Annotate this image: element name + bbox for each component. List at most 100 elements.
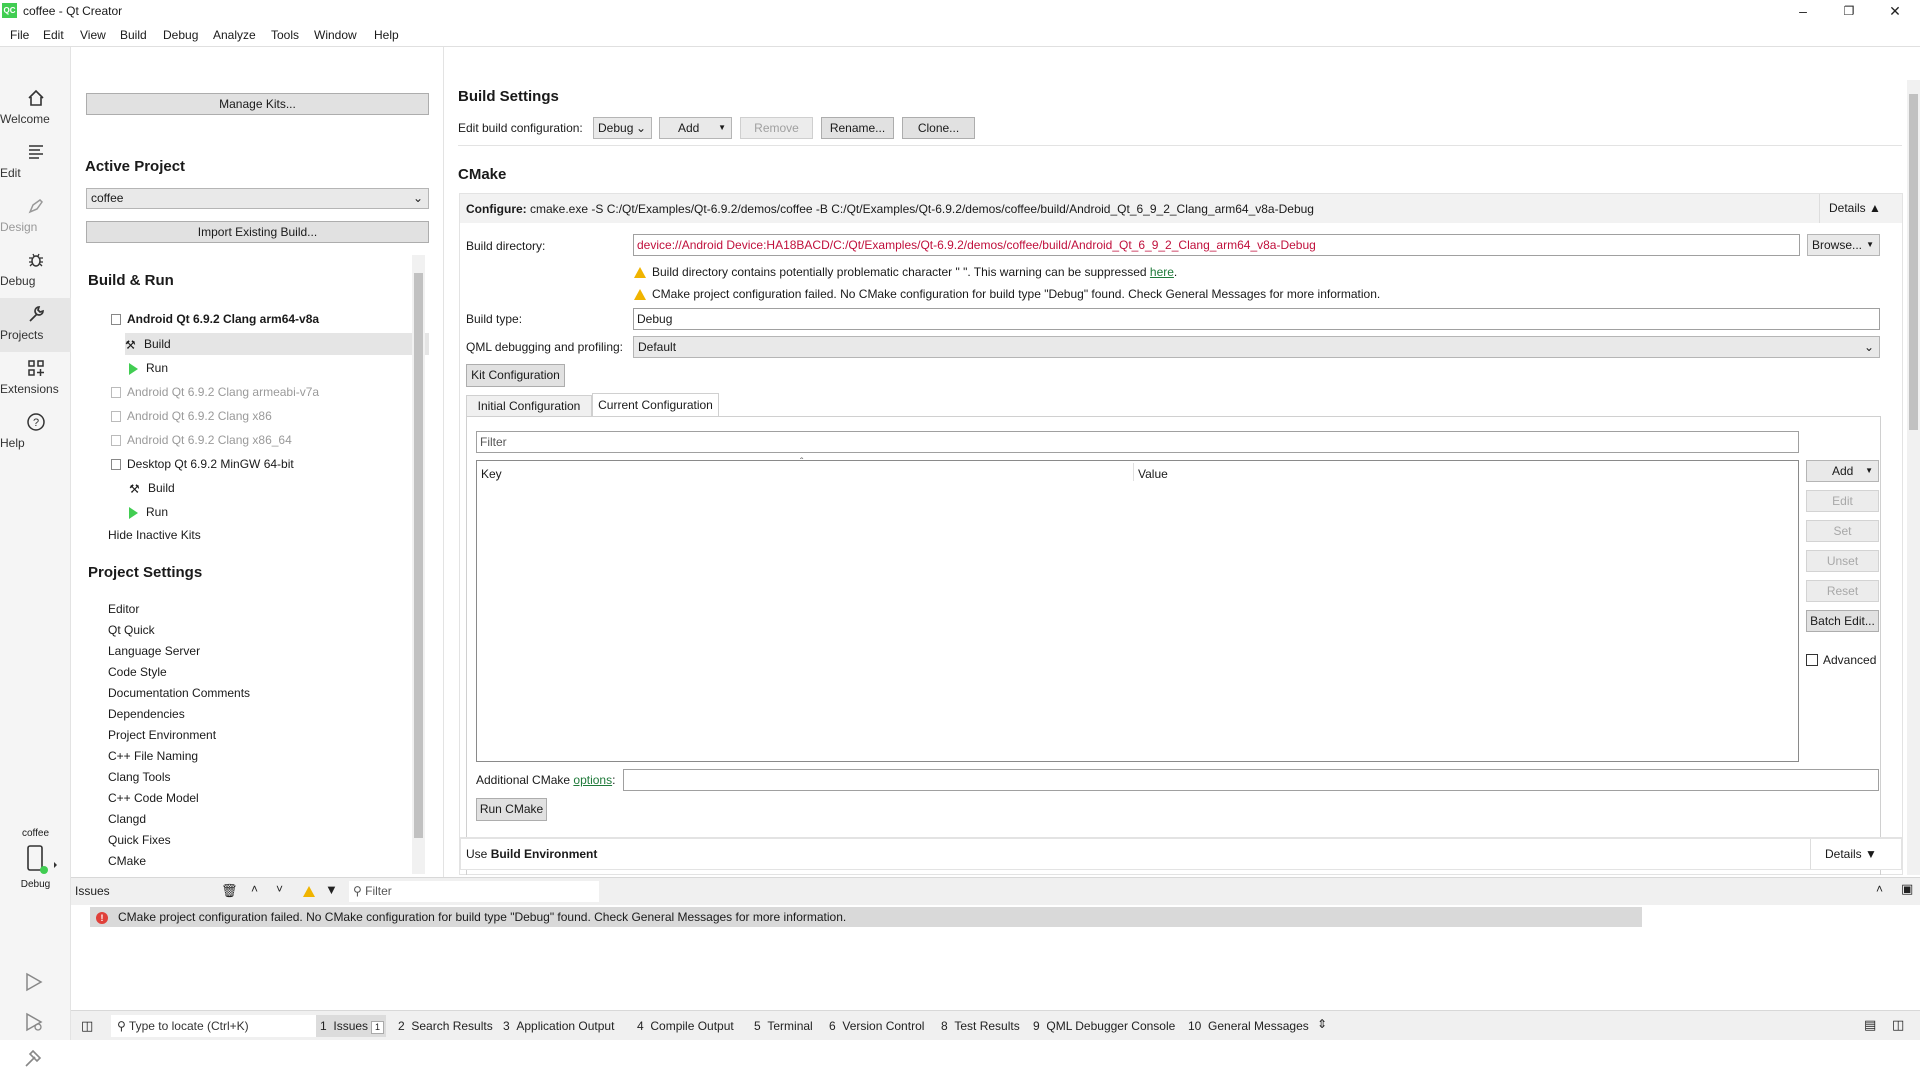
kit-android-arm64[interactable]: Android Qt 6.9.2 Clang arm64-v8a — [111, 312, 319, 326]
settings-item-clang-tools[interactable]: Clang Tools — [108, 770, 170, 784]
menu-view[interactable]: View — [80, 28, 106, 42]
pane-tab-issues[interactable]: 1 Issues 1 — [320, 1019, 385, 1034]
pane-tab-compile-output[interactable]: 4 Compile Output — [637, 1019, 734, 1033]
scrollbar-thumb[interactable] — [1909, 94, 1918, 430]
batch-edit-button[interactable]: Batch Edit... — [1806, 610, 1879, 632]
menu-build[interactable]: Build — [120, 28, 147, 42]
mode-extensions[interactable]: Extensions — [0, 352, 71, 406]
kit-configuration-button[interactable]: Kit Configuration — [466, 364, 565, 387]
pane-tab-application-output[interactable]: 3 Application Output — [503, 1019, 614, 1033]
edit-entry-button[interactable]: Edit — [1806, 490, 1879, 512]
issue-row[interactable]: ! CMake project configuration failed. No … — [90, 907, 1642, 927]
import-existing-build-button[interactable]: Import Existing Build... — [86, 221, 429, 243]
mode-design[interactable]: Design — [0, 190, 71, 244]
details-toggle[interactable]: Details ▲ — [1819, 194, 1886, 223]
column-header-value[interactable]: Value — [1138, 467, 1168, 481]
add-config-button[interactable]: Add ▼ — [659, 117, 732, 139]
maximize-pane-icon[interactable]: ▣ — [1901, 881, 1913, 897]
run-icon[interactable] — [22, 971, 46, 996]
add-entry-button[interactable]: Add ▼ — [1806, 460, 1879, 482]
settings-item-language-server[interactable]: Language Server — [108, 644, 200, 658]
menu-tools[interactable]: Tools — [271, 28, 299, 42]
chevron-up-icon[interactable]: ˄ — [251, 882, 258, 896]
reset-entry-button[interactable]: Reset — [1806, 580, 1879, 602]
more-panes-icon[interactable]: ⇕ — [1317, 1017, 1327, 1031]
column-header-key[interactable]: Key — [481, 467, 502, 481]
remove-config-button[interactable]: Remove — [740, 117, 813, 139]
build-directory-input[interactable]: device://Android Device:HA18BACD/C:/Qt/E… — [633, 234, 1800, 256]
pane-tab-general-messages[interactable]: 10 General Messages — [1188, 1019, 1309, 1033]
progress-details-icon[interactable]: ▤ — [1864, 1017, 1876, 1033]
menu-edit[interactable]: Edit — [43, 28, 64, 42]
toggle-right-sidebar-icon[interactable]: ◫ — [1892, 1017, 1904, 1033]
close-icon[interactable]: ✕ — [1872, 0, 1918, 22]
advanced-checkbox[interactable]: Advanced — [1806, 652, 1876, 667]
chevron-down-icon[interactable]: ˅ — [276, 882, 283, 896]
clone-config-button[interactable]: Clone... — [902, 117, 975, 139]
settings-item-quick-fixes[interactable]: Quick Fixes — [108, 833, 171, 847]
menu-help[interactable]: Help — [374, 28, 399, 42]
kit-android-x86[interactable]: Android Qt 6.9.2 Clang x86 — [111, 409, 272, 423]
restore-icon[interactable]: ❐ — [1826, 0, 1872, 22]
manage-kits-button[interactable]: Manage Kits... — [86, 93, 429, 115]
kit-child-run[interactable]: Run — [129, 505, 168, 519]
pane-tab-qml-debugger-console[interactable]: 9 QML Debugger Console — [1033, 1019, 1175, 1033]
minimize-icon[interactable]: – — [1780, 0, 1826, 22]
menu-analyze[interactable]: Analyze — [213, 28, 256, 42]
settings-item-project-environment[interactable]: Project Environment — [108, 728, 216, 742]
settings-item-cpp-code-model[interactable]: C++ Code Model — [108, 791, 199, 805]
run-cmake-button[interactable]: Run CMake — [476, 798, 547, 821]
scrollbar-thumb[interactable] — [414, 273, 423, 838]
build-type-input[interactable]: Debug — [633, 308, 1880, 330]
settings-item-clangd[interactable]: Clangd — [108, 812, 146, 826]
kit-child-build-selected[interactable]: ⚒ Build — [125, 333, 429, 355]
mode-help[interactable]: ? Help — [0, 406, 71, 460]
menu-window[interactable]: Window — [314, 28, 357, 42]
browse-button[interactable]: Browse... ▼ — [1807, 234, 1880, 256]
tab-current-configuration[interactable]: Current Configuration — [592, 393, 719, 417]
pane-tab-terminal[interactable]: 5 Terminal — [754, 1019, 813, 1033]
kit-desktop-mingw[interactable]: Desktop Qt 6.9.2 MinGW 64-bit — [111, 457, 294, 471]
mode-edit[interactable]: Edit — [0, 136, 71, 190]
cmake-config-table[interactable]: Key ˆ Value — [476, 457, 1799, 762]
settings-item-editor[interactable]: Editor — [108, 602, 139, 616]
clear-icon[interactable]: 🗑 — [221, 883, 238, 899]
collapse-pane-icon[interactable]: ˄ — [1876, 882, 1883, 896]
settings-item-cpp-file-naming[interactable]: C++ File Naming — [108, 749, 198, 763]
rename-config-button[interactable]: Rename... — [821, 117, 894, 139]
settings-item-dependencies[interactable]: Dependencies — [108, 707, 185, 721]
pane-tab-search-results[interactable]: 2 Search Results — [398, 1019, 493, 1033]
unset-entry-button[interactable]: Unset — [1806, 550, 1879, 572]
kit-child-build[interactable]: ⚒ Build — [129, 481, 175, 496]
menu-debug[interactable]: Debug — [163, 28, 198, 42]
additional-cmake-options-input[interactable] — [623, 769, 1879, 791]
settings-item-cmake[interactable]: CMake — [108, 854, 146, 868]
menu-file[interactable]: File — [10, 28, 29, 42]
active-project-combo[interactable]: coffee ⌄ — [86, 188, 429, 209]
left-scrollbar[interactable] — [412, 255, 425, 874]
config-filter-input[interactable]: Filter — [476, 431, 1799, 453]
target-selector[interactable]: Debug — [14, 842, 58, 894]
hide-inactive-kits[interactable]: Hide Inactive Kits — [108, 528, 201, 542]
mode-projects[interactable]: Projects — [0, 298, 71, 352]
environment-details-toggle[interactable]: Details ▼ — [1810, 839, 1887, 869]
settings-item-code-style[interactable]: Code Style — [108, 665, 167, 679]
build-config-combo[interactable]: Debug ⌄ — [593, 117, 652, 139]
kit-child-run[interactable]: Run — [129, 361, 168, 375]
tab-initial-configuration[interactable]: Initial Configuration — [466, 395, 592, 417]
issues-filter-input[interactable]: ⚲ Filter — [349, 881, 599, 902]
pane-tab-test-results[interactable]: 8 Test Results — [941, 1019, 1020, 1033]
warning-filter-icon[interactable] — [303, 884, 315, 898]
build-hammer-icon[interactable] — [22, 1047, 46, 1072]
mode-welcome[interactable]: Welcome — [0, 82, 71, 136]
mode-debug[interactable]: Debug — [0, 244, 71, 298]
suppress-warning-link[interactable]: here — [1150, 265, 1174, 279]
toggle-sidebar-icon[interactable]: ◫ — [81, 1018, 93, 1034]
options-link[interactable]: options — [573, 773, 612, 787]
debug-run-icon[interactable] — [22, 1011, 46, 1036]
main-scrollbar[interactable] — [1907, 80, 1920, 875]
set-entry-button[interactable]: Set — [1806, 520, 1879, 542]
qml-debugging-combo[interactable]: Default ⌄ — [633, 336, 1880, 358]
kit-android-armeabi[interactable]: Android Qt 6.9.2 Clang armeabi-v7a — [111, 385, 319, 399]
kit-android-x86-64[interactable]: Android Qt 6.9.2 Clang x86_64 — [111, 433, 292, 447]
